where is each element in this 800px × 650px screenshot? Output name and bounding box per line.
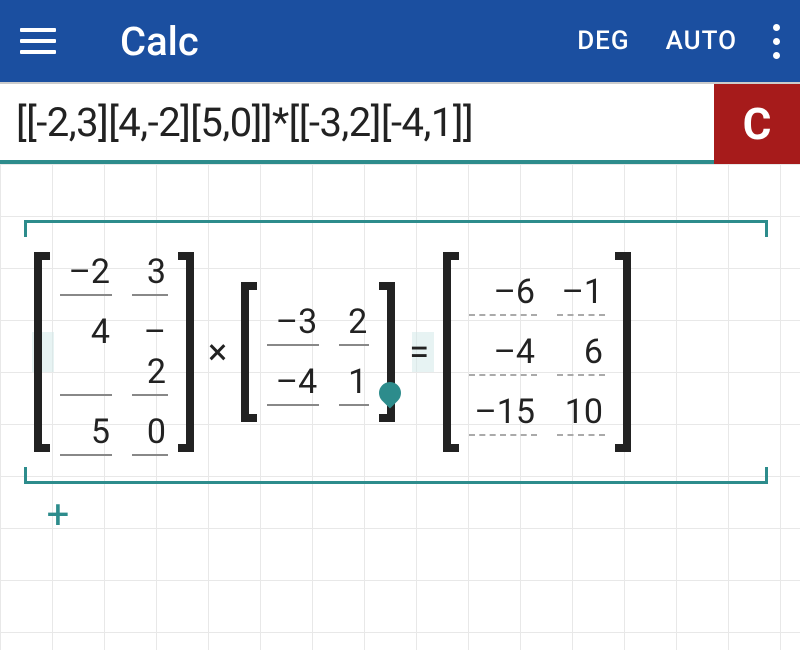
equals-operator: = [409,331,429,373]
multiply-operator: × [208,331,227,373]
overflow-menu-icon[interactable] [773,24,780,59]
matrix-cell: –15 [469,388,537,436]
matrix-cell[interactable]: 2 [339,298,369,346]
matrix-cell[interactable]: –4 [267,358,319,406]
matrix-cell[interactable]: –3 [267,298,319,346]
app-title: Calc [120,18,559,65]
matrix-cell[interactable]: 5 [60,408,112,456]
matrix-cell[interactable]: –2 [132,308,168,396]
matrix-cell: 10 [557,388,605,436]
matrix-cell[interactable]: –2 [60,248,112,296]
add-expression-button[interactable]: + [34,490,82,538]
matrix-cell: –6 [469,268,537,316]
precision-mode-button[interactable]: AUTO [666,26,737,56]
clear-button[interactable]: C [714,84,800,164]
menu-icon[interactable] [20,21,60,61]
bracket-left-icon [34,252,50,452]
equation-display[interactable]: –2 3 4 –2 5 0 × –3 2 [34,238,631,466]
matrix-a[interactable]: –2 3 4 –2 5 0 [34,238,194,466]
matrix-cell: 6 [557,328,605,376]
matrix-cell: –4 [469,328,537,376]
input-row: [[-2,3][4,-2][5,0]]*[[-3,2][-4,1]] C [0,82,800,164]
matrix-cell[interactable]: 4 [60,308,112,396]
bracket-right-icon [615,252,631,452]
matrix-cell[interactable]: 3 [132,248,168,296]
matrix-cell[interactable]: 1 [339,358,369,406]
angle-mode-button[interactable]: DEG [577,26,629,56]
result-canvas[interactable]: –2 3 4 –2 5 0 × –3 2 [0,164,800,650]
matrix-b[interactable]: –3 2 –4 1 [241,282,395,422]
matrix-cell: –1 [557,268,605,316]
matrix-result[interactable]: –6 –1 –4 6 –15 10 [443,252,631,452]
bracket-right-icon [178,252,194,452]
expression-input[interactable]: [[-2,3][4,-2][5,0]]*[[-3,2][-4,1]] [0,84,714,164]
app-header: Calc DEG AUTO [0,0,800,82]
matrix-cell[interactable]: 0 [132,408,168,456]
bracket-left-icon [443,252,459,452]
bracket-left-icon [241,282,257,422]
